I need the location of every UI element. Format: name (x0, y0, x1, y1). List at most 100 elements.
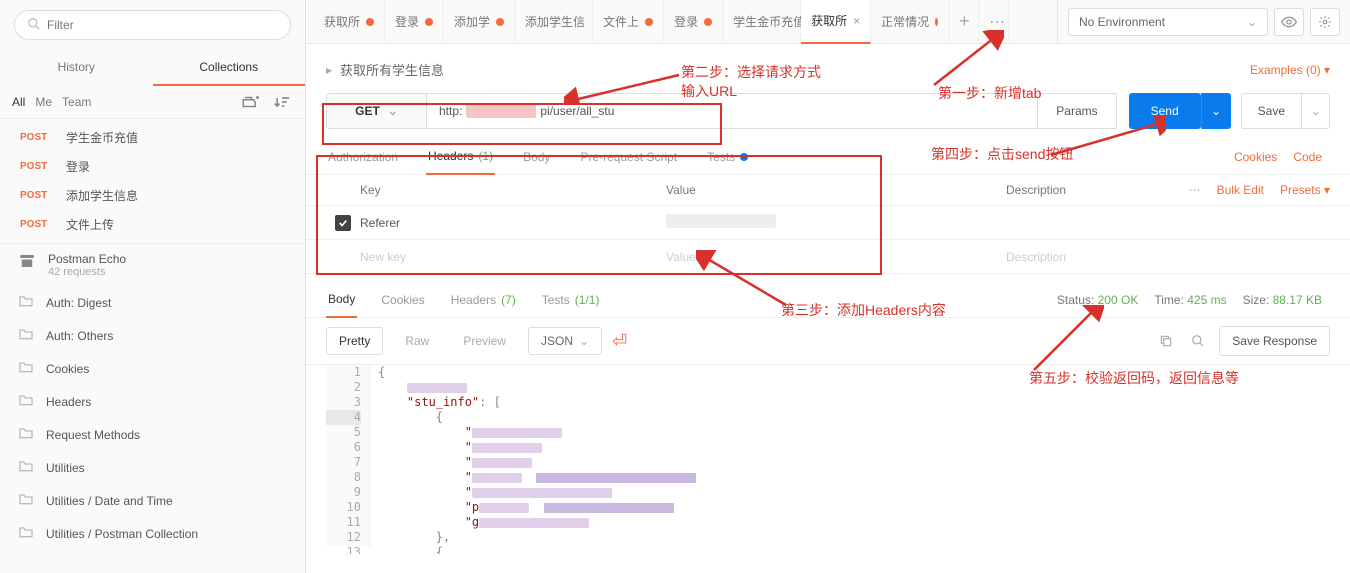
raw-button[interactable]: Raw (393, 327, 441, 355)
request-tab[interactable]: 获取所× (801, 0, 871, 44)
resp-tab-headers[interactable]: Headers (7) (449, 283, 518, 317)
tab-label: 登录 (674, 13, 698, 30)
close-icon[interactable]: × (853, 14, 860, 28)
folder-item[interactable]: Utilities / Date and Time (0, 484, 305, 517)
filter-input[interactable] (47, 18, 278, 32)
tab-authorization[interactable]: Authorization (326, 140, 400, 174)
modified-dot-icon (425, 18, 433, 26)
filter-box[interactable] (14, 10, 291, 40)
method-badge: POST (20, 190, 56, 201)
header-key[interactable]: Referer (360, 216, 666, 230)
request-tab[interactable]: 登录 (385, 0, 444, 44)
tab-headers[interactable]: Headers (1) (426, 139, 495, 175)
new-tab-button[interactable]: + (949, 0, 979, 44)
params-button[interactable]: Params (1038, 93, 1116, 129)
environment-settings-icon[interactable] (1310, 8, 1340, 36)
bulk-edit-link[interactable]: Bulk Edit (1217, 183, 1264, 197)
request-item[interactable]: POST登录 (0, 152, 305, 181)
resp-tab-cookies[interactable]: Cookies (379, 283, 426, 317)
tab-options-icon[interactable]: ⋯ (979, 0, 1009, 44)
tab-collections[interactable]: Collections (153, 50, 306, 86)
checkbox[interactable] (335, 215, 351, 231)
folder-icon (18, 393, 34, 410)
tab-pre-request[interactable]: Pre-request Script (578, 140, 679, 174)
request-name: 学生金币充值 (66, 129, 138, 146)
examples-dropdown[interactable]: Examples (0) ▾ (1250, 63, 1330, 77)
kv-tools: ⋯ Bulk Edit Presets ▾ (1170, 183, 1330, 197)
response-subtabs: Body Cookies Headers (7) Tests (1/1) Sta… (306, 282, 1350, 318)
sort-icon[interactable] (271, 92, 293, 112)
request-item[interactable]: POST添加学生信息 (0, 181, 305, 210)
new-collection-icon[interactable] (239, 92, 261, 112)
resp-tab-body[interactable]: Body (326, 282, 357, 318)
format-select[interactable]: JSON ⌄ (528, 327, 602, 355)
scope-all[interactable]: All (12, 95, 25, 109)
request-tab[interactable]: 获取所 (314, 0, 385, 44)
wrap-lines-icon[interactable]: ⏎ (612, 331, 627, 352)
request-tab[interactable]: 正常情况 (871, 0, 949, 44)
environment-select[interactable]: No Environment ⌄ (1068, 8, 1268, 36)
folder-item[interactable]: Auth: Digest (0, 286, 305, 319)
tab-history[interactable]: History (0, 50, 153, 86)
header-new-row[interactable]: New key Value Description (306, 240, 1350, 274)
scope-team[interactable]: Team (62, 95, 91, 109)
method-select[interactable]: GET ⌄ (326, 93, 426, 129)
folder-item[interactable]: Cookies (0, 352, 305, 385)
more-icon[interactable]: ⋯ (1189, 183, 1201, 197)
folder-item[interactable]: Request Methods (0, 418, 305, 451)
folder-item[interactable]: Utilities (0, 451, 305, 484)
request-item[interactable]: POST学生金币充值 (0, 123, 305, 152)
save-dropdown[interactable]: ⌄ (1302, 93, 1330, 129)
save-button[interactable]: Save (1241, 93, 1302, 129)
time-value: 425 ms (1187, 293, 1226, 307)
send-button[interactable]: Send (1129, 93, 1201, 129)
header-row[interactable]: Referer (306, 206, 1350, 240)
tab-tests[interactable]: Tests (705, 140, 750, 174)
expand-icon[interactable]: ▸ (326, 63, 332, 77)
resp-tab-tests[interactable]: Tests (1/1) (540, 283, 602, 317)
header-value[interactable] (666, 214, 1006, 231)
url-prefix: http: (439, 104, 462, 118)
environment-preview-icon[interactable] (1274, 8, 1304, 36)
request-tab[interactable]: 添加学 (444, 0, 515, 44)
modified-dot-icon (645, 18, 653, 26)
request-name: 登录 (66, 158, 90, 175)
new-key-input[interactable]: New key (360, 250, 666, 264)
environment-strip: No Environment ⌄ (1057, 0, 1350, 44)
folder-name: Utilities (46, 461, 85, 475)
preview-button[interactable]: Preview (451, 327, 518, 355)
copy-icon[interactable] (1155, 331, 1177, 351)
code-link[interactable]: Code (1293, 150, 1322, 164)
tab-label: Tests (542, 293, 570, 307)
folder-item[interactable]: Auth: Others (0, 319, 305, 352)
presets-dropdown[interactable]: Presets ▾ (1280, 183, 1330, 197)
save-response-button[interactable]: Save Response (1219, 326, 1330, 356)
kv-key-header: Key (326, 183, 666, 197)
pretty-button[interactable]: Pretty (326, 327, 383, 355)
new-value-input[interactable]: Value (666, 250, 1006, 264)
response-toolbar: Pretty Raw Preview JSON ⌄ ⏎ Save Respons… (306, 318, 1350, 364)
folder-item[interactable]: Utilities / Postman Collection (0, 517, 305, 550)
collection-meta: 42 requests (48, 266, 126, 278)
send-dropdown[interactable]: ⌄ (1201, 93, 1231, 129)
cookies-link[interactable]: Cookies (1234, 150, 1277, 164)
tab-body[interactable]: Body (521, 140, 552, 174)
scope-me[interactable]: Me (35, 95, 52, 109)
search-response-icon[interactable] (1187, 331, 1209, 351)
request-item[interactable]: POST文件上传 (0, 210, 305, 239)
new-desc-input[interactable]: Description (1006, 250, 1330, 264)
folder-item[interactable]: Headers (0, 385, 305, 418)
tab-count: (7) (501, 293, 516, 307)
request-tab[interactable]: 添加学生信 (515, 0, 593, 44)
request-tab[interactable]: 学生金币充值 (723, 0, 801, 44)
request-tab[interactable]: 登录 (664, 0, 723, 44)
response-body[interactable]: 1234567891011121314 { "stu_info": [ { " … (306, 364, 1350, 554)
modified-dot-icon (366, 18, 374, 26)
tab-label: 添加学生信 (525, 13, 585, 30)
folder-name: Cookies (46, 362, 89, 376)
request-tab[interactable]: 文件上 (593, 0, 664, 44)
size-label: Size: (1243, 293, 1270, 307)
collection-header[interactable]: Postman Echo 42 requests (0, 244, 305, 286)
folder-icon (18, 426, 34, 443)
url-input[interactable]: http: pi/user/all_stu (426, 93, 1038, 129)
